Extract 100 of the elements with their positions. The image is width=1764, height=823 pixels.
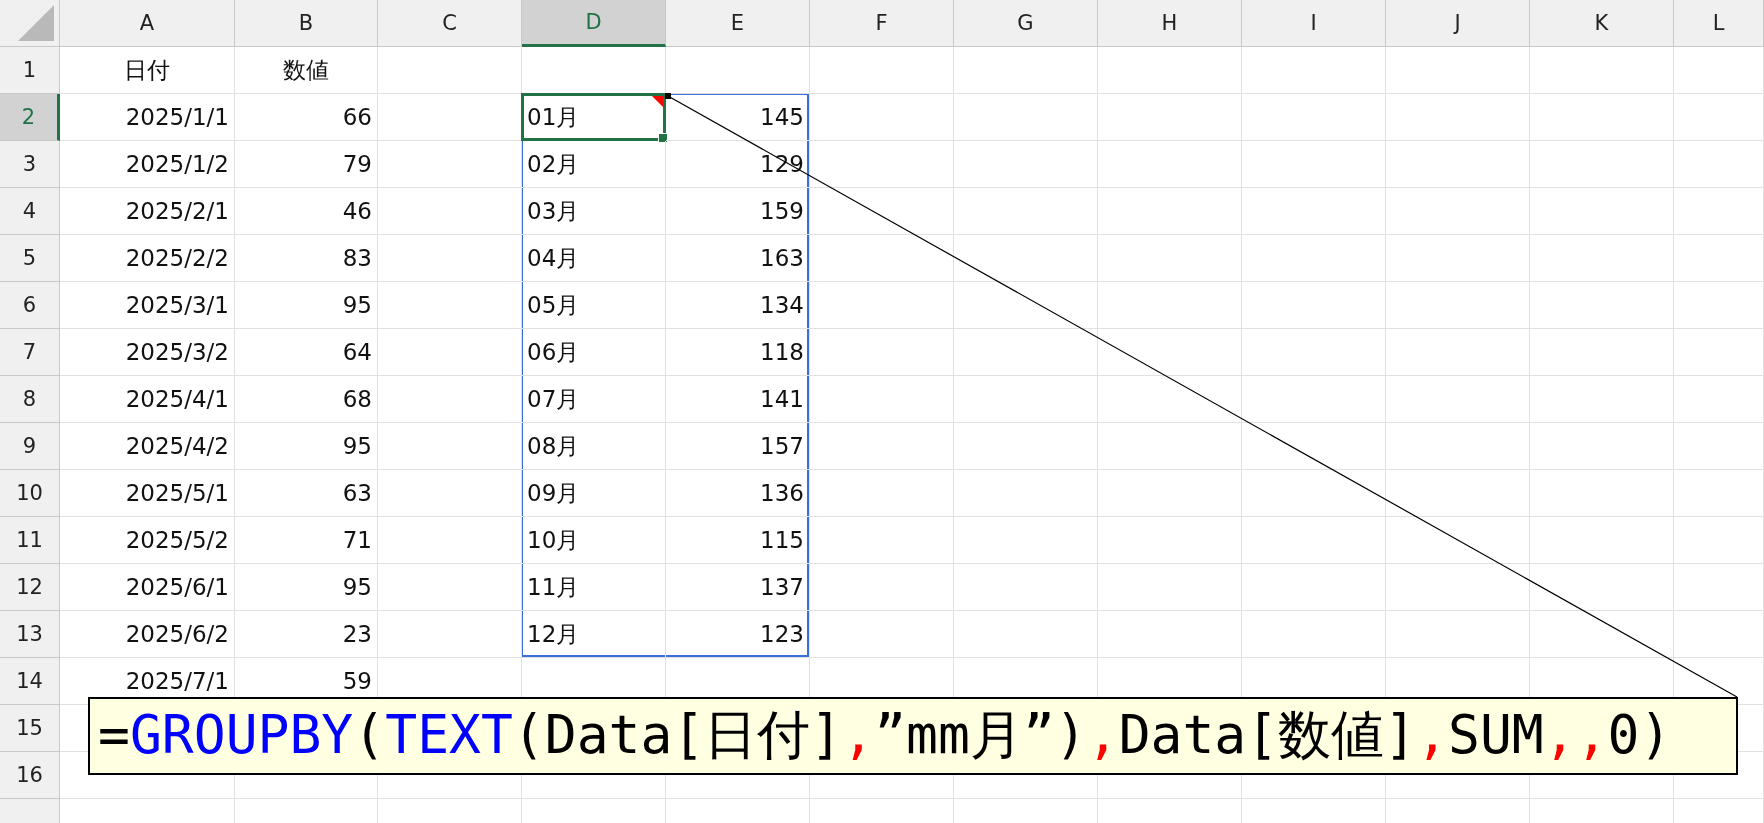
empty-cell[interactable] (1386, 235, 1530, 282)
column-header[interactable]: C (378, 0, 522, 47)
empty-cell[interactable] (1242, 235, 1386, 282)
empty-cell[interactable] (378, 282, 522, 329)
empty-cell[interactable] (1386, 611, 1530, 658)
empty-cell[interactable] (810, 94, 954, 141)
empty-cell[interactable] (1530, 611, 1674, 658)
empty-cell[interactable] (1098, 376, 1242, 423)
row-header[interactable]: 5 (0, 235, 60, 282)
empty-cell[interactable] (1530, 470, 1674, 517)
row-header[interactable]: 16 (0, 752, 60, 799)
empty-cell[interactable] (1098, 282, 1242, 329)
empty-cell[interactable] (1530, 141, 1674, 188)
empty-cell[interactable] (1674, 235, 1764, 282)
empty-cell[interactable] (1098, 423, 1242, 470)
column-header[interactable]: A (60, 0, 235, 47)
empty-cell[interactable] (1530, 188, 1674, 235)
empty-cell[interactable] (1674, 141, 1764, 188)
empty-cell[interactable] (1674, 282, 1764, 329)
empty-cell[interactable] (1386, 188, 1530, 235)
empty-cell[interactable] (1674, 611, 1764, 658)
column-header[interactable]: K (1530, 0, 1674, 47)
row-header[interactable]: 2 (0, 94, 60, 141)
empty-cell[interactable] (1242, 188, 1386, 235)
empty-cell[interactable] (1242, 141, 1386, 188)
empty-cell[interactable] (1674, 188, 1764, 235)
empty-cell[interactable] (378, 517, 522, 564)
empty-cell[interactable] (1674, 517, 1764, 564)
empty-cell[interactable] (1530, 517, 1674, 564)
empty-cell[interactable] (1530, 94, 1674, 141)
row-header[interactable]: 12 (0, 564, 60, 611)
empty-cell[interactable] (378, 470, 522, 517)
empty-cell[interactable] (1674, 329, 1764, 376)
empty-cell[interactable] (1242, 517, 1386, 564)
empty-cell[interactable] (1098, 235, 1242, 282)
empty-cell[interactable] (954, 423, 1098, 470)
empty-cell[interactable] (1098, 188, 1242, 235)
empty-cell[interactable] (378, 611, 522, 658)
empty-cell[interactable] (378, 235, 522, 282)
empty-cell[interactable] (954, 141, 1098, 188)
empty-cell[interactable] (378, 47, 522, 94)
row-header[interactable]: 9 (0, 423, 60, 470)
row-header[interactable]: 7 (0, 329, 60, 376)
empty-cell[interactable] (1386, 470, 1530, 517)
empty-cell[interactable] (1098, 611, 1242, 658)
empty-cell[interactable] (954, 564, 1098, 611)
row-header[interactable]: 1 (0, 47, 60, 94)
empty-cell[interactable] (810, 423, 954, 470)
row-header[interactable]: 4 (0, 188, 60, 235)
empty-cell[interactable] (1098, 47, 1242, 94)
empty-cell[interactable] (810, 376, 954, 423)
empty-cell[interactable] (1674, 564, 1764, 611)
empty-cell[interactable] (1530, 47, 1674, 94)
empty-cell[interactable] (954, 611, 1098, 658)
empty-cell[interactable] (1242, 47, 1386, 94)
empty-cell[interactable] (1674, 470, 1764, 517)
row-header[interactable]: 6 (0, 282, 60, 329)
empty-cell[interactable] (1386, 423, 1530, 470)
empty-cell[interactable] (1242, 470, 1386, 517)
empty-cell[interactable] (810, 188, 954, 235)
row-header[interactable]: 13 (0, 611, 60, 658)
empty-cell[interactable] (378, 141, 522, 188)
empty-cell[interactable] (954, 94, 1098, 141)
column-header[interactable]: E (666, 0, 810, 47)
empty-cell[interactable] (1530, 235, 1674, 282)
empty-cell[interactable] (810, 282, 954, 329)
column-header[interactable]: J (1386, 0, 1530, 47)
empty-cell[interactable] (1242, 376, 1386, 423)
empty-cell[interactable] (1242, 423, 1386, 470)
empty-cell[interactable] (810, 47, 954, 94)
column-header[interactable]: D (522, 0, 666, 47)
column-header[interactable]: L (1674, 0, 1764, 47)
column-header[interactable]: B (235, 0, 378, 47)
empty-cell[interactable] (954, 188, 1098, 235)
empty-cell[interactable] (1242, 94, 1386, 141)
empty-cell[interactable] (1674, 94, 1764, 141)
empty-cell[interactable] (1098, 329, 1242, 376)
empty-cell[interactable] (954, 235, 1098, 282)
empty-cell[interactable] (1386, 47, 1530, 94)
empty-cell[interactable] (1098, 564, 1242, 611)
column-header[interactable]: I (1242, 0, 1386, 47)
empty-cell[interactable] (378, 188, 522, 235)
row-header[interactable]: 3 (0, 141, 60, 188)
empty-cell[interactable] (378, 376, 522, 423)
empty-cell[interactable] (1386, 94, 1530, 141)
empty-cell[interactable] (1530, 282, 1674, 329)
empty-cell[interactable] (810, 517, 954, 564)
row-header[interactable]: 14 (0, 658, 60, 705)
empty-cell[interactable] (1098, 470, 1242, 517)
empty-cell[interactable] (954, 329, 1098, 376)
empty-cell[interactable] (1242, 611, 1386, 658)
empty-cell[interactable] (810, 329, 954, 376)
empty-cell[interactable] (1530, 329, 1674, 376)
empty-cell[interactable] (1242, 282, 1386, 329)
empty-cell[interactable] (810, 470, 954, 517)
column-header[interactable]: H (1098, 0, 1242, 47)
empty-cell[interactable] (1386, 564, 1530, 611)
empty-cell[interactable] (1098, 141, 1242, 188)
empty-cell[interactable] (1386, 141, 1530, 188)
row-header[interactable]: 8 (0, 376, 60, 423)
